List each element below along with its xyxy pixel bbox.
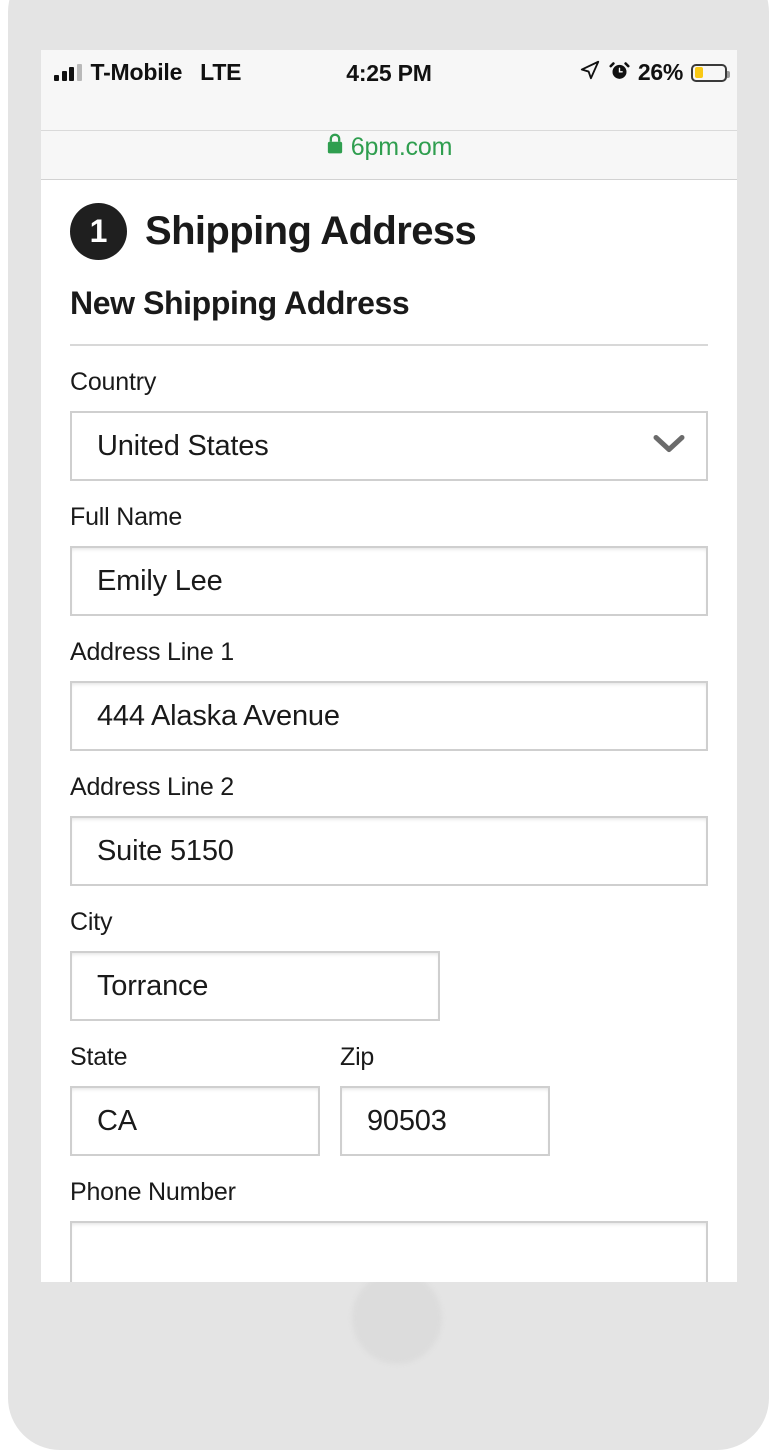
city-input[interactable]: Torrance — [70, 951, 440, 1021]
step-number-badge: 1 — [70, 203, 127, 260]
field-address-line-1: Address Line 1 444 Alaska Avenue — [70, 638, 708, 751]
address-line-2-input[interactable]: Suite 5150 — [70, 816, 708, 886]
browser-url-bar[interactable]: 6pm.com — [41, 131, 737, 180]
battery-icon — [691, 63, 730, 82]
country-select[interactable]: United States — [70, 411, 708, 481]
state-label: State — [70, 1043, 128, 1071]
header-divider — [70, 344, 708, 346]
zip-label: Zip — [340, 1043, 375, 1071]
chevron-down-icon — [652, 433, 686, 460]
field-full-name: Full Name Emily Lee — [70, 503, 708, 616]
full-name-input[interactable]: Emily Lee — [70, 546, 708, 616]
url-domain-label: 6pm.com — [350, 133, 453, 161]
field-zip: Zip 90503 — [340, 1043, 550, 1156]
field-country: Country United States — [70, 368, 708, 481]
full-name-value: Emily Lee — [97, 564, 223, 597]
state-value: CA — [97, 1104, 137, 1137]
alarm-clock-icon — [609, 60, 630, 86]
shipping-address-section-header: 1 Shipping Address — [70, 180, 708, 260]
phone-number-input[interactable] — [70, 1221, 708, 1282]
lock-icon — [326, 133, 344, 160]
status-bar-right: 26% — [579, 59, 730, 86]
field-state-zip-row: State CA Zip 90503 — [70, 1043, 708, 1156]
address-line-2-value: Suite 5150 — [97, 834, 234, 867]
zip-input[interactable]: 90503 — [340, 1086, 550, 1156]
full-name-label: Full Name — [70, 503, 183, 531]
page-title: Shipping Address — [145, 209, 477, 253]
field-address-line-2: Address Line 2 Suite 5150 — [70, 773, 708, 886]
field-city: City Torrance — [70, 908, 708, 1021]
state-input[interactable]: CA — [70, 1086, 320, 1156]
country-label: Country — [70, 368, 157, 396]
address-line-1-value: 444 Alaska Avenue — [97, 699, 340, 732]
city-label: City — [70, 908, 113, 936]
address-line-1-label: Address Line 1 — [70, 638, 234, 666]
location-arrow-icon — [579, 59, 601, 86]
phone-number-label: Phone Number — [70, 1178, 236, 1206]
city-value: Torrance — [97, 969, 209, 1002]
phone-screen: T-Mobile LTE 4:25 PM 26% 6pm.com 1 Shipp… — [41, 50, 737, 1282]
field-phone-number: Phone Number — [70, 1178, 708, 1282]
address-line-1-input[interactable]: 444 Alaska Avenue — [70, 681, 708, 751]
country-value: United States — [97, 429, 269, 462]
status-bar: T-Mobile LTE 4:25 PM 26% — [41, 50, 737, 131]
field-state: State CA — [70, 1043, 320, 1156]
checkout-page: 1 Shipping Address New Shipping Address … — [41, 180, 737, 1282]
zip-value: 90503 — [367, 1104, 447, 1137]
address-line-2-label: Address Line 2 — [70, 773, 234, 801]
battery-fill — [694, 67, 703, 78]
battery-percent-label: 26% — [637, 59, 683, 85]
section-subtitle: New Shipping Address — [70, 285, 410, 321]
home-button-indicator[interactable] — [352, 1272, 442, 1364]
